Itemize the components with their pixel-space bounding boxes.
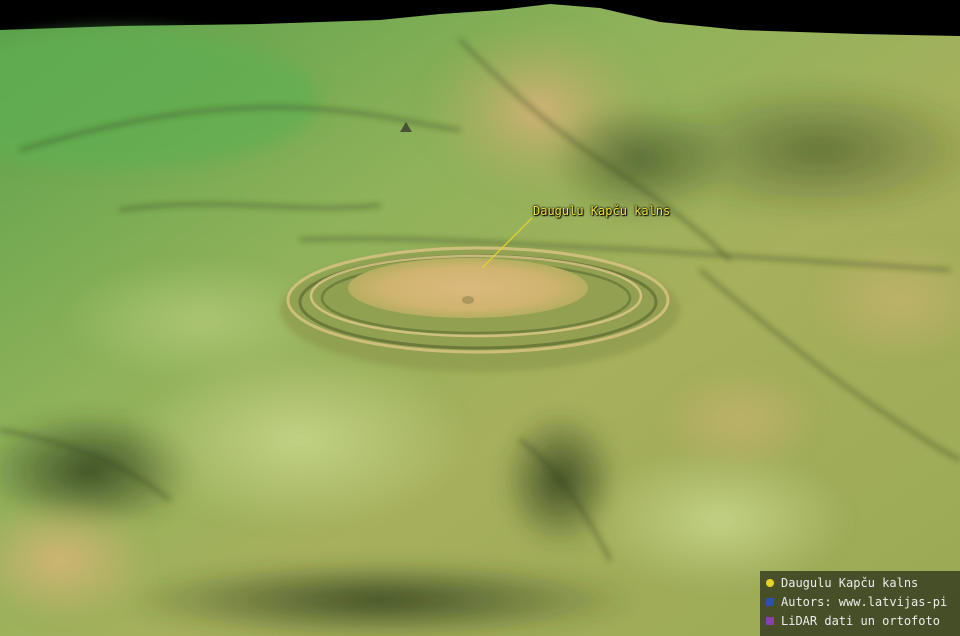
square-marker-icon (766, 617, 774, 625)
legend-item-site: Daugulu Kapču kalns (766, 575, 918, 591)
legend-label-author: Autors: www.latvijas-pi (781, 595, 948, 609)
circle-marker-icon (766, 579, 774, 587)
legend-label-source: LiDAR dati un ortofoto (781, 614, 940, 628)
legend-label-site: Daugulu Kapču kalns (781, 576, 919, 590)
square-marker-icon (766, 598, 774, 606)
callout-label: Daugulu Kapču kalns (533, 204, 671, 218)
legend-item-author: Autors: www.latvijas-pi (766, 594, 947, 610)
legend-item-source: LiDAR dati un ortofoto (766, 613, 940, 629)
lidar-terrain-render[interactable] (0, 0, 960, 636)
map-legend: Daugulu Kapču kalns Autors: www.latvijas… (760, 571, 960, 636)
